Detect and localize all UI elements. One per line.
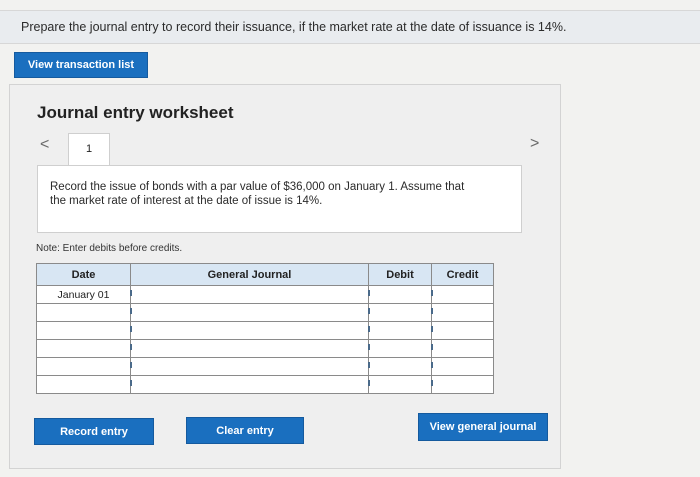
table-row: [36, 321, 494, 340]
debit-input[interactable]: [368, 285, 432, 304]
debit-input[interactable]: [368, 303, 432, 322]
worksheet-title: Journal entry worksheet: [37, 103, 234, 122]
transaction-description-box: Record the issue of bonds with a par val…: [37, 165, 522, 233]
view-general-journal-button[interactable]: View general journal: [418, 413, 548, 441]
credit-input[interactable]: [431, 339, 494, 358]
header-general-journal: General Journal: [130, 263, 369, 286]
general-journal-input[interactable]: [130, 303, 369, 322]
clear-entry-button[interactable]: Clear entry: [186, 417, 304, 444]
debit-input[interactable]: [368, 375, 432, 394]
journal-table: Date General Journal Debit Credit Januar…: [36, 263, 494, 394]
date-cell: [36, 303, 131, 322]
table-row: [36, 375, 494, 394]
date-cell: [36, 339, 131, 358]
date-cell: [36, 321, 131, 340]
debit-input[interactable]: [368, 339, 432, 358]
journal-header-row: Date General Journal Debit Credit: [36, 263, 494, 286]
chevron-right-icon[interactable]: >: [530, 135, 539, 153]
general-journal-input[interactable]: [130, 321, 369, 340]
general-journal-input[interactable]: [130, 339, 369, 358]
journal-entry-worksheet: Journal entry worksheet < 1 > Record the…: [9, 84, 561, 469]
table-row: [36, 357, 494, 376]
date-cell: January 01: [36, 285, 131, 304]
note-text: Note: Enter debits before credits.: [36, 243, 183, 254]
credit-input[interactable]: [431, 285, 494, 304]
header-date: Date: [36, 263, 131, 286]
debit-input[interactable]: [368, 321, 432, 340]
general-journal-input[interactable]: [130, 357, 369, 376]
credit-input[interactable]: [431, 303, 494, 322]
date-cell: [36, 357, 131, 376]
table-row: January 01: [36, 285, 494, 304]
credit-input[interactable]: [431, 321, 494, 340]
general-journal-input[interactable]: [130, 375, 369, 394]
date-cell: [36, 375, 131, 394]
view-transaction-list-button[interactable]: View transaction list: [14, 52, 148, 78]
credit-input[interactable]: [431, 357, 494, 376]
tab-1[interactable]: 1: [68, 133, 110, 165]
credit-input[interactable]: [431, 375, 494, 394]
table-row: [36, 339, 494, 358]
transaction-description: Record the issue of bonds with a par val…: [50, 181, 465, 207]
question-text: Prepare the journal entry to record thei…: [21, 20, 567, 34]
question-bar: Prepare the journal entry to record thei…: [0, 10, 700, 44]
debit-input[interactable]: [368, 357, 432, 376]
record-entry-button[interactable]: Record entry: [34, 418, 154, 445]
chevron-left-icon[interactable]: <: [40, 136, 49, 154]
header-debit: Debit: [368, 263, 432, 286]
header-credit: Credit: [431, 263, 494, 286]
general-journal-input[interactable]: [130, 285, 369, 304]
table-row: [36, 303, 494, 322]
